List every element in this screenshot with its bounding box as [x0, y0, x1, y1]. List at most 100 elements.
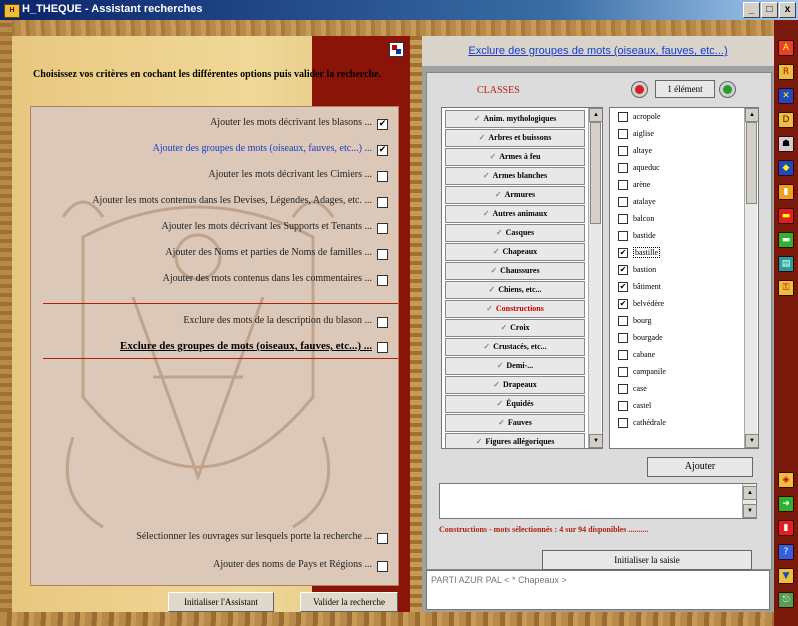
shield-d-icon[interactable]: D — [778, 112, 794, 128]
option-blason-words-checkbox[interactable]: ✔ — [377, 119, 388, 130]
class-item[interactable]: ✓ Chiens, etc... — [445, 281, 585, 299]
shield-r-icon[interactable]: R — [778, 64, 794, 80]
exit-icon[interactable]: ⎋ — [778, 592, 794, 608]
word-item[interactable]: aiglise — [618, 129, 654, 140]
option-comments-checkbox[interactable] — [377, 275, 388, 286]
class-item[interactable]: ✓ Figures allégoriques — [445, 433, 585, 448]
helmet-icon[interactable]: ☗ — [778, 136, 794, 152]
help-icon[interactable]: ? — [778, 544, 794, 560]
word-item[interactable]: campanile — [618, 367, 666, 378]
class-item[interactable]: ✓ Anim. mythologiques — [445, 110, 585, 128]
class-item[interactable]: ✓ Drapeaux — [445, 376, 585, 394]
add-button[interactable]: Ajouter — [647, 457, 753, 477]
class-item[interactable]: ✓ Chapeaux — [445, 243, 585, 261]
shield-blue-icon[interactable]: ◆ — [778, 160, 794, 176]
scroll-down-icon[interactable]: ▼ — [743, 504, 757, 518]
shield-small-icon[interactable]: ◈ — [778, 472, 794, 488]
class-item[interactable]: ✓ Chaussures — [445, 262, 585, 280]
word-item[interactable]: cathédrale — [618, 418, 666, 429]
element-count-button[interactable]: 1 élément — [655, 80, 715, 98]
option-devises-checkbox[interactable] — [377, 197, 388, 208]
validate-search-button[interactable]: Valider la recherche — [300, 592, 398, 612]
word-item[interactable]: case — [618, 384, 647, 395]
heraldic-emblem-watermark — [61, 200, 335, 529]
option-exclude-description-checkbox[interactable] — [377, 317, 388, 328]
word-item[interactable]: arène — [618, 180, 650, 191]
remove-element-button[interactable] — [631, 81, 648, 98]
init-input-button[interactable]: Initialiser la saisie — [542, 550, 752, 570]
word-item[interactable]: ✔ bastion — [618, 265, 656, 276]
flag-icon[interactable] — [389, 42, 404, 57]
panel-header-title[interactable]: Exclure des groupes de mots (oiseaux, fa… — [422, 45, 774, 57]
class-item-active[interactable]: ✓ Constructions — [445, 300, 585, 318]
option-word-groups-checkbox[interactable]: ✔ — [377, 145, 388, 156]
class-item[interactable]: ✓ Fauves — [445, 414, 585, 432]
class-item[interactable]: ✓ Croix — [445, 319, 585, 337]
scroll-up-icon[interactable]: ▲ — [745, 108, 758, 122]
wood-frame-bottom — [0, 612, 774, 626]
word-item[interactable]: castel — [618, 401, 651, 412]
shield-red-icon[interactable]: ▬ — [778, 208, 794, 224]
scroll-down-icon[interactable]: ▼ — [745, 434, 758, 448]
option-word-groups-label: Ajouter des groupes de mots (oiseaux, fa… — [152, 143, 372, 154]
word-item[interactable]: atalaye — [618, 197, 656, 208]
shield-green-icon[interactable]: ▬ — [778, 232, 794, 248]
option-cimiers-checkbox[interactable] — [377, 171, 388, 182]
class-item[interactable]: ✓ Crustacés, etc... — [445, 338, 585, 356]
option-cimiers-label: Ajouter les mots décrivant les Cimiers .… — [208, 169, 372, 180]
word-item[interactable]: bourg — [618, 316, 652, 327]
word-item[interactable]: aqueduc — [618, 163, 660, 174]
maximize-button[interactable]: □ — [761, 2, 778, 18]
option-family-names-checkbox[interactable] — [377, 249, 388, 260]
clipboard-icon[interactable]: ▤ — [778, 256, 794, 272]
bars-icon[interactable]: ▮ — [778, 520, 794, 536]
scroll-down-icon[interactable]: ▼ — [589, 434, 602, 448]
result-scrollbar[interactable]: ▲ ▼ — [742, 484, 757, 518]
shield-yellow-icon[interactable]: ▼ — [778, 568, 794, 584]
class-item[interactable]: ✓ Casques — [445, 224, 585, 242]
word-item-focused[interactable]: ✔ bastille — [618, 247, 661, 259]
class-item[interactable]: ✓ Armes à feu — [445, 148, 585, 166]
shield-x-icon[interactable]: ✕ — [778, 88, 794, 104]
class-item[interactable]: ✓ Équidés — [445, 395, 585, 413]
scroll-thumb[interactable] — [590, 122, 601, 224]
word-item[interactable]: ✔ bâtiment — [618, 282, 661, 293]
option-exclude-groups-checkbox[interactable] — [377, 342, 388, 353]
add-element-button[interactable] — [719, 81, 736, 98]
option-supports-checkbox[interactable] — [377, 223, 388, 234]
options-box: Ajouter les mots décrivant les blasons .… — [30, 106, 399, 586]
wood-frame-middle — [410, 36, 422, 612]
class-item[interactable]: ✓ Arbres et buissons — [445, 129, 585, 147]
option-countries-checkbox[interactable] — [377, 561, 388, 572]
classes-scrollbar[interactable]: ▲ ▼ — [588, 108, 602, 448]
arrow-right-icon[interactable]: ➜ — [778, 496, 794, 512]
minimize-button[interactable]: _ — [743, 2, 760, 18]
word-item[interactable]: acropole — [618, 112, 661, 123]
separator-line — [43, 358, 398, 359]
key-icon[interactable]: ⚿ — [778, 280, 794, 296]
scroll-up-icon[interactable]: ▲ — [743, 486, 757, 500]
class-item[interactable]: ✓ Armes blanches — [445, 167, 585, 185]
word-item[interactable]: ✔ belvédère — [618, 299, 664, 310]
shield-a-icon[interactable]: A — [778, 40, 794, 56]
init-assistant-button[interactable]: Initialiser l'Assistant — [168, 592, 274, 612]
class-item[interactable]: ✓ Autres animaux — [445, 205, 585, 223]
class-item[interactable]: ✓ Armures — [445, 186, 585, 204]
word-item[interactable]: cabane — [618, 350, 655, 361]
selection-result-box[interactable]: ▲ ▼ — [439, 483, 757, 519]
words-scrollbar[interactable]: ▲ ▼ — [744, 108, 758, 448]
query-text-area[interactable]: PARTI AZUR PAL < * Chapeaux > — [426, 570, 770, 610]
class-item[interactable]: ✓ Demi-... — [445, 357, 585, 375]
classes-panel: CLASSES 1 élément ✓ Anim. mythologiques ✓… — [426, 72, 772, 570]
wood-frame-top — [0, 20, 774, 36]
shield-orange-icon[interactable]: ▮ — [778, 184, 794, 200]
scroll-up-icon[interactable]: ▲ — [589, 108, 602, 122]
word-item[interactable]: bourgade — [618, 333, 663, 344]
scroll-thumb[interactable] — [746, 122, 757, 204]
close-button[interactable]: x — [779, 2, 796, 18]
word-item[interactable]: altaye — [618, 146, 652, 157]
word-item[interactable]: bastide — [618, 231, 656, 242]
option-select-works-checkbox[interactable] — [377, 533, 388, 544]
option-blason-words-label: Ajouter les mots décrivant les blasons .… — [210, 117, 372, 128]
word-item[interactable]: balcon — [618, 214, 654, 225]
